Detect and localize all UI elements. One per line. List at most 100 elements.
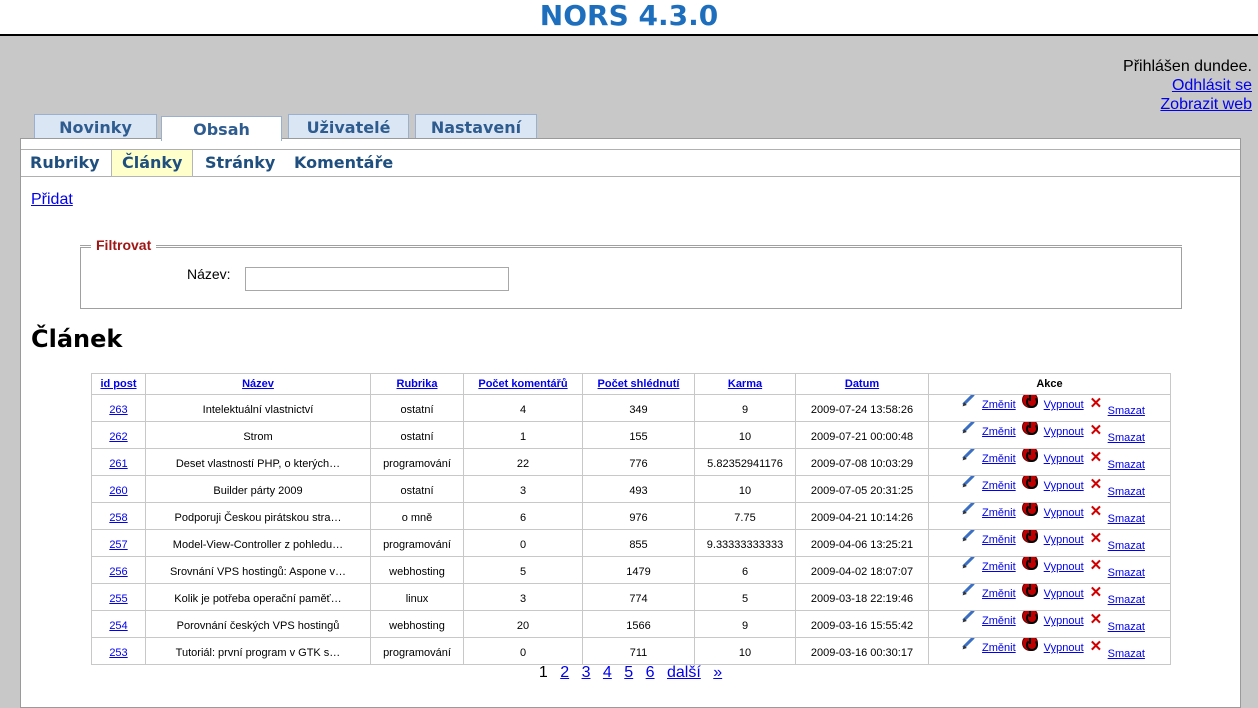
cell-komentare: 3 (463, 475, 583, 503)
page-link[interactable]: 3 (582, 664, 591, 681)
subtab-stranky[interactable]: Stránky (205, 150, 275, 177)
post-id-link[interactable]: 256 (109, 566, 127, 578)
post-id-link[interactable]: 255 (109, 593, 127, 605)
power-icon (1021, 584, 1038, 597)
edit-link[interactable]: Změnit (982, 561, 1016, 573)
post-id-link[interactable]: 254 (109, 620, 127, 632)
cell-komentare: 20 (463, 610, 583, 638)
cell-datum: 2009-07-08 10:03:29 (795, 448, 929, 476)
delete-x-icon: ✕ (1089, 449, 1103, 466)
post-id-link[interactable]: 258 (109, 512, 127, 524)
cell-karma: 10 (694, 475, 796, 503)
tab-uzivatele[interactable]: Uživatelé (288, 114, 409, 139)
post-id-link[interactable]: 253 (109, 647, 127, 659)
edit-link[interactable]: Změnit (982, 534, 1016, 546)
page-link[interactable]: 4 (603, 664, 612, 681)
pagination: 1 2 3 4 5 6 další » (21, 664, 1240, 682)
sort-pocet-komentaru[interactable]: Počet komentářů (478, 378, 567, 390)
subtab-komentare[interactable]: Komentáře (294, 150, 393, 177)
pencil-icon (960, 423, 976, 436)
post-id-link[interactable]: 263 (109, 404, 127, 416)
delete-link[interactable]: Smazat (1108, 540, 1145, 552)
section-title: Článek (31, 325, 123, 353)
cell-karma: 6 (694, 556, 796, 584)
disable-link[interactable]: Vypnout (1044, 534, 1084, 546)
disable-link[interactable]: Vypnout (1044, 453, 1084, 465)
cell-karma: 10 (694, 421, 796, 449)
disable-link[interactable]: Vypnout (1044, 615, 1084, 627)
edit-link[interactable]: Změnit (982, 480, 1016, 492)
delete-link[interactable]: Smazat (1108, 486, 1145, 498)
sort-id-post[interactable]: id post (100, 378, 136, 390)
sort-pocet-shlednuti[interactable]: Počet shlédnutí (598, 378, 680, 390)
power-icon (1021, 638, 1038, 651)
pencil-icon (960, 558, 976, 571)
edit-link[interactable]: Změnit (982, 507, 1016, 519)
pencil-icon (960, 639, 976, 652)
disable-link[interactable]: Vypnout (1044, 561, 1084, 573)
tab-obsah[interactable]: Obsah (161, 116, 282, 141)
articles-table: id post Název Rubrika Počet komentářů Po… (91, 373, 1171, 665)
post-id-link[interactable]: 260 (109, 485, 127, 497)
page-link[interactable]: 6 (646, 664, 655, 681)
sort-nazev[interactable]: Název (242, 378, 274, 390)
edit-link[interactable]: Změnit (982, 588, 1016, 600)
edit-link[interactable]: Změnit (982, 642, 1016, 654)
delete-link[interactable]: Smazat (1108, 459, 1145, 471)
delete-x-icon: ✕ (1089, 476, 1103, 493)
delete-link[interactable]: Smazat (1108, 567, 1145, 579)
header: NORS 4.3.0 (0, 0, 1258, 36)
disable-link[interactable]: Vypnout (1044, 480, 1084, 492)
post-id-link[interactable]: 257 (109, 539, 127, 551)
page-next[interactable]: další (667, 664, 701, 681)
cell-komentare: 0 (463, 637, 583, 665)
cell-karma: 5.82352941176 (694, 448, 796, 476)
edit-link[interactable]: Změnit (982, 615, 1016, 627)
delete-link[interactable]: Smazat (1108, 621, 1145, 633)
add-link[interactable]: Přidat (31, 191, 73, 209)
sort-karma[interactable]: Karma (728, 378, 762, 390)
cell-shlednuti: 1479 (582, 556, 695, 584)
subtab-rubriky[interactable]: Rubriky (30, 150, 100, 177)
cell-shlednuti: 349 (582, 394, 695, 422)
edit-link[interactable]: Změnit (982, 399, 1016, 411)
tab-novinky[interactable]: Novinky (34, 114, 157, 139)
cell-karma: 9.33333333333 (694, 529, 796, 557)
cell-shlednuti: 493 (582, 475, 695, 503)
post-id-link[interactable]: 261 (109, 458, 127, 470)
edit-link[interactable]: Změnit (982, 426, 1016, 438)
edit-link[interactable]: Změnit (982, 453, 1016, 465)
filter-name-input[interactable] (245, 267, 509, 291)
cell-actions: Změnit Vypnout ✕ Smazat (928, 610, 1171, 638)
sort-rubrika[interactable]: Rubrika (397, 378, 438, 390)
disable-link[interactable]: Vypnout (1044, 642, 1084, 654)
disable-link[interactable]: Vypnout (1044, 399, 1084, 411)
cell-datum: 2009-03-16 15:55:42 (795, 610, 929, 638)
delete-link[interactable]: Smazat (1108, 648, 1145, 660)
tab-nastaveni[interactable]: Nastavení (415, 114, 537, 139)
post-id-link[interactable]: 262 (109, 431, 127, 443)
delete-x-icon: ✕ (1089, 584, 1103, 601)
delete-link[interactable]: Smazat (1108, 513, 1145, 525)
cell-shlednuti: 155 (582, 421, 695, 449)
page-link[interactable]: 2 (560, 664, 569, 681)
page-last[interactable]: » (713, 664, 722, 681)
power-icon (1021, 395, 1038, 408)
content-panel: Rubriky Články Stránky Komentáře Přidat … (20, 138, 1241, 708)
delete-link[interactable]: Smazat (1108, 405, 1145, 417)
delete-link[interactable]: Smazat (1108, 432, 1145, 444)
pencil-icon (960, 450, 976, 463)
cell-komentare: 3 (463, 583, 583, 611)
logout-link[interactable]: Odhlásit se (1172, 77, 1252, 94)
sort-datum[interactable]: Datum (845, 378, 879, 390)
disable-link[interactable]: Vypnout (1044, 507, 1084, 519)
table-row: 256 Srovnání VPS hostingů: Aspone v… webho… (91, 556, 1171, 584)
table-row: 263 Intelektuální vlastnictví ostatní 4 349 9… (91, 394, 1171, 422)
view-web-link[interactable]: Zobrazit web (1160, 96, 1252, 113)
disable-link[interactable]: Vypnout (1044, 426, 1084, 438)
page-link[interactable]: 5 (624, 664, 633, 681)
disable-link[interactable]: Vypnout (1044, 588, 1084, 600)
delete-link[interactable]: Smazat (1108, 594, 1145, 606)
cell-rubrika: o mně (370, 502, 464, 530)
subtab-clanky[interactable]: Články (111, 150, 194, 177)
